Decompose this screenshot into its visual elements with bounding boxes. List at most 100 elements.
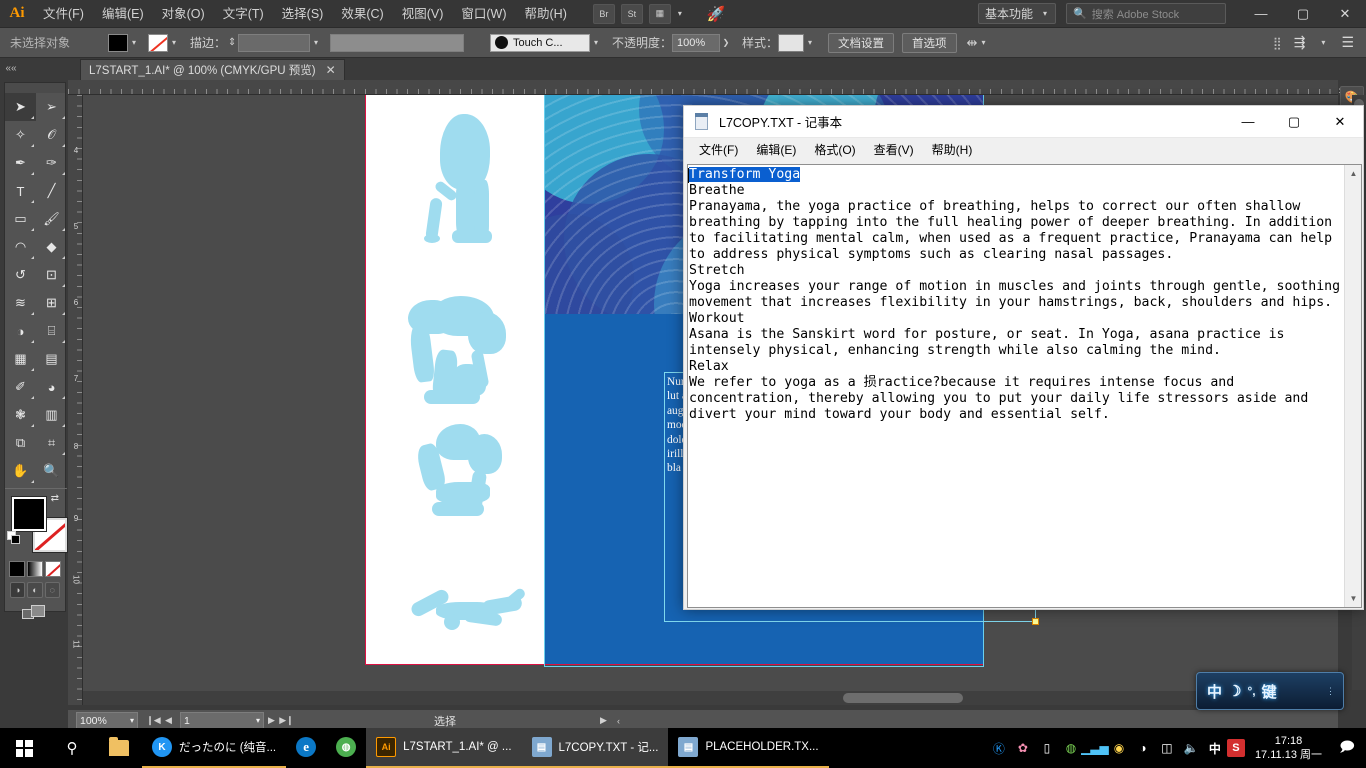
ime-moon-icon[interactable]: ☽ xyxy=(1228,682,1241,700)
swap-fill-stroke-icon[interactable]: ⇄ xyxy=(51,493,59,504)
text-frame-overflow-handle[interactable] xyxy=(1032,618,1039,625)
tool-paintbrush[interactable]: 🖌 xyxy=(36,205,67,233)
draw-normal-button[interactable]: ◑ xyxy=(10,582,26,598)
arrange-panel-icon[interactable]: ⇶ xyxy=(1294,34,1306,51)
last-artboard-icon[interactable]: ▶❙ xyxy=(279,715,294,726)
tool-line-segment[interactable]: ╱ xyxy=(36,177,67,205)
notepad-maximize-button[interactable]: ▢ xyxy=(1271,106,1317,138)
default-fill-stroke-icon[interactable] xyxy=(7,531,21,545)
app-minimize-button[interactable]: — xyxy=(1240,0,1282,28)
opacity-expand-icon[interactable]: ❯ xyxy=(720,38,732,47)
taskbar-app-illustrator[interactable]: Ai L7START_1.AI* @ ... xyxy=(366,728,522,768)
collapse-panel-icon[interactable]: «« xyxy=(0,58,22,80)
artboard-chevron-down-icon[interactable]: ▾ xyxy=(256,716,260,725)
taskbar-app-browser[interactable]: ◍ xyxy=(326,728,366,768)
draw-inside-button[interactable]: ◌ xyxy=(44,582,60,598)
stock-button[interactable]: St xyxy=(620,3,643,24)
tray-usb-icon[interactable]: ▯ xyxy=(1035,728,1059,768)
notepad-text-area-container[interactable]: Transform Yoga Breathe Pranayama, the yo… xyxy=(687,164,1362,608)
tool-direct-selection[interactable]: ➢ xyxy=(36,93,67,121)
brush-definition-dropdown[interactable]: Touch C... xyxy=(490,33,591,52)
tray-wifi-icon[interactable]: ◑ xyxy=(1131,728,1155,768)
vertical-ruler[interactable]: 4 5 6 7 8 9 10 11 xyxy=(68,95,83,705)
brush-chevron-down-icon[interactable]: ▾ xyxy=(590,38,602,47)
style-chevron-down-icon[interactable]: ▾ xyxy=(804,38,816,47)
horizontal-ruler[interactable] xyxy=(68,80,1338,95)
color-mode-none[interactable] xyxy=(45,561,61,577)
document-tab-close-icon[interactable]: ✕ xyxy=(326,63,336,77)
tool-artboard[interactable]: ⧉ xyxy=(5,429,36,457)
status-collapse-icon[interactable]: ‹ xyxy=(611,716,626,726)
tool-eyedropper[interactable]: ✐ xyxy=(5,373,36,401)
stock-search-input[interactable]: 🔍 搜索 Adobe Stock xyxy=(1066,3,1226,24)
first-artboard-icon[interactable]: ❙◀ xyxy=(146,715,161,726)
notepad-scroll-up-icon[interactable]: ▲ xyxy=(1345,165,1361,182)
draw-behind-button[interactable]: ◐ xyxy=(27,582,43,598)
menu-view[interactable]: 视图(V) xyxy=(393,0,453,28)
notepad-menu-help[interactable]: 帮助(H) xyxy=(923,138,982,162)
taskbar-search-button[interactable]: ⚲ xyxy=(48,728,96,768)
tray-kugou-icon[interactable]: Ⓚ xyxy=(987,728,1011,768)
bridge-button[interactable]: Br xyxy=(592,3,615,24)
notepad-menu-view[interactable]: 查看(V) xyxy=(865,138,923,162)
graphic-style-swatch[interactable] xyxy=(778,33,805,52)
fill-color-swatch[interactable] xyxy=(108,33,128,52)
stroke-weight-chevron-down-icon[interactable]: ▾ xyxy=(310,38,322,47)
tray-flower-icon[interactable]: ✿ xyxy=(1011,728,1035,768)
ime-floating-toolbar[interactable]: 中 ☽ °, 键 ⋮ xyxy=(1196,672,1344,710)
taskbar-clock[interactable]: 17:18 17.11.13 周一 xyxy=(1245,734,1332,762)
taskbar-app-notepad-placeholder[interactable]: ▤ PLACEHOLDER.TX... xyxy=(668,728,829,768)
tray-qq-icon[interactable]: ◍ xyxy=(1059,728,1083,768)
ime-punctuation-icon[interactable]: °, xyxy=(1247,684,1255,698)
document-setup-button[interactable]: 文档设置 xyxy=(828,32,895,53)
notepad-vertical-scrollbar[interactable]: ▲ ▼ xyxy=(1344,165,1361,607)
tray-ime-chinese-icon[interactable]: 中 xyxy=(1203,728,1227,768)
toolbox-drag-handle[interactable] xyxy=(5,83,65,93)
taskbar-app-notepad-l7copy[interactable]: ▤ L7COPY.TXT - 记... xyxy=(521,728,669,768)
workspace-chevron-down-icon[interactable]: ▾ xyxy=(1039,9,1051,18)
stroke-chevron-down-icon[interactable]: ▾ xyxy=(168,38,180,47)
arrange-documents-icon[interactable]: ▦ xyxy=(648,3,671,24)
notepad-menu-file[interactable]: 文件(F) xyxy=(690,138,747,162)
taskbar-file-explorer[interactable] xyxy=(96,728,142,768)
ime-keyboard-icon[interactable]: 键 xyxy=(1262,681,1277,702)
tool-rectangle[interactable]: ▭ xyxy=(5,205,36,233)
tool-free-transform[interactable]: ⊞ xyxy=(36,289,67,317)
notepad-close-button[interactable]: ✕ xyxy=(1317,106,1363,138)
tray-battery-icon[interactable]: ◫ xyxy=(1155,728,1179,768)
zoom-chevron-down-icon[interactable]: ▾ xyxy=(130,716,134,725)
notepad-window[interactable]: L7COPY.TXT - 记事本 — ▢ ✕ 文件(F) 编辑(E) 格式(O)… xyxy=(683,105,1364,610)
opacity-input[interactable]: 100% xyxy=(672,33,721,52)
fill-indicator[interactable] xyxy=(11,496,47,532)
tool-perspective-grid[interactable]: ⌸ xyxy=(36,317,67,345)
notepad-menu-edit[interactable]: 编辑(E) xyxy=(747,138,805,162)
status-expand-icon[interactable]: ▶ xyxy=(596,715,611,726)
canvas-horizontal-scrollbar[interactable] xyxy=(83,691,1324,705)
taskbar-app-edge[interactable]: e xyxy=(286,728,326,768)
arrange-chevron-down-icon[interactable]: ▾ xyxy=(674,9,686,18)
menu-type[interactable]: 文字(T) xyxy=(214,0,273,28)
tool-shaper[interactable]: ◠ xyxy=(5,233,36,261)
menu-window[interactable]: 窗口(W) xyxy=(452,0,515,28)
notepad-menu-format[interactable]: 格式(O) xyxy=(805,138,864,162)
color-mode-gradient[interactable] xyxy=(27,561,43,577)
notepad-text-area[interactable]: Transform Yoga Breathe Pranayama, the yo… xyxy=(689,167,1343,423)
tool-lasso[interactable]: 𝒪 xyxy=(36,121,67,149)
zoom-level-input[interactable]: 100% ▾ xyxy=(76,712,138,729)
workspace-switcher[interactable]: 基本功能 ▾ xyxy=(977,3,1056,24)
align-icon[interactable]: ⇹ xyxy=(967,35,978,51)
stroke-profile-dropdown[interactable] xyxy=(330,33,465,52)
control-panel-menu-icon[interactable]: ☰ xyxy=(1341,34,1354,51)
ime-mode-chinese[interactable]: 中 xyxy=(1207,681,1222,702)
stroke-color-swatch[interactable] xyxy=(148,33,168,52)
tool-magic-wand[interactable]: ✧ xyxy=(5,121,36,149)
notepad-titlebar[interactable]: L7COPY.TXT - 记事本 — ▢ ✕ xyxy=(684,106,1363,138)
tool-gradient[interactable]: ▤ xyxy=(36,345,67,373)
menu-effect[interactable]: 效果(C) xyxy=(332,0,392,28)
tool-curvature[interactable]: ✑ xyxy=(36,149,67,177)
transform-panel-icon[interactable]: ⣿ xyxy=(1273,36,1282,50)
preferences-button[interactable]: 首选项 xyxy=(902,32,957,53)
menu-edit[interactable]: 编辑(E) xyxy=(93,0,153,28)
tool-mesh[interactable]: ▦ xyxy=(5,345,36,373)
artboard-number-input[interactable]: 1 ▾ xyxy=(180,712,264,729)
